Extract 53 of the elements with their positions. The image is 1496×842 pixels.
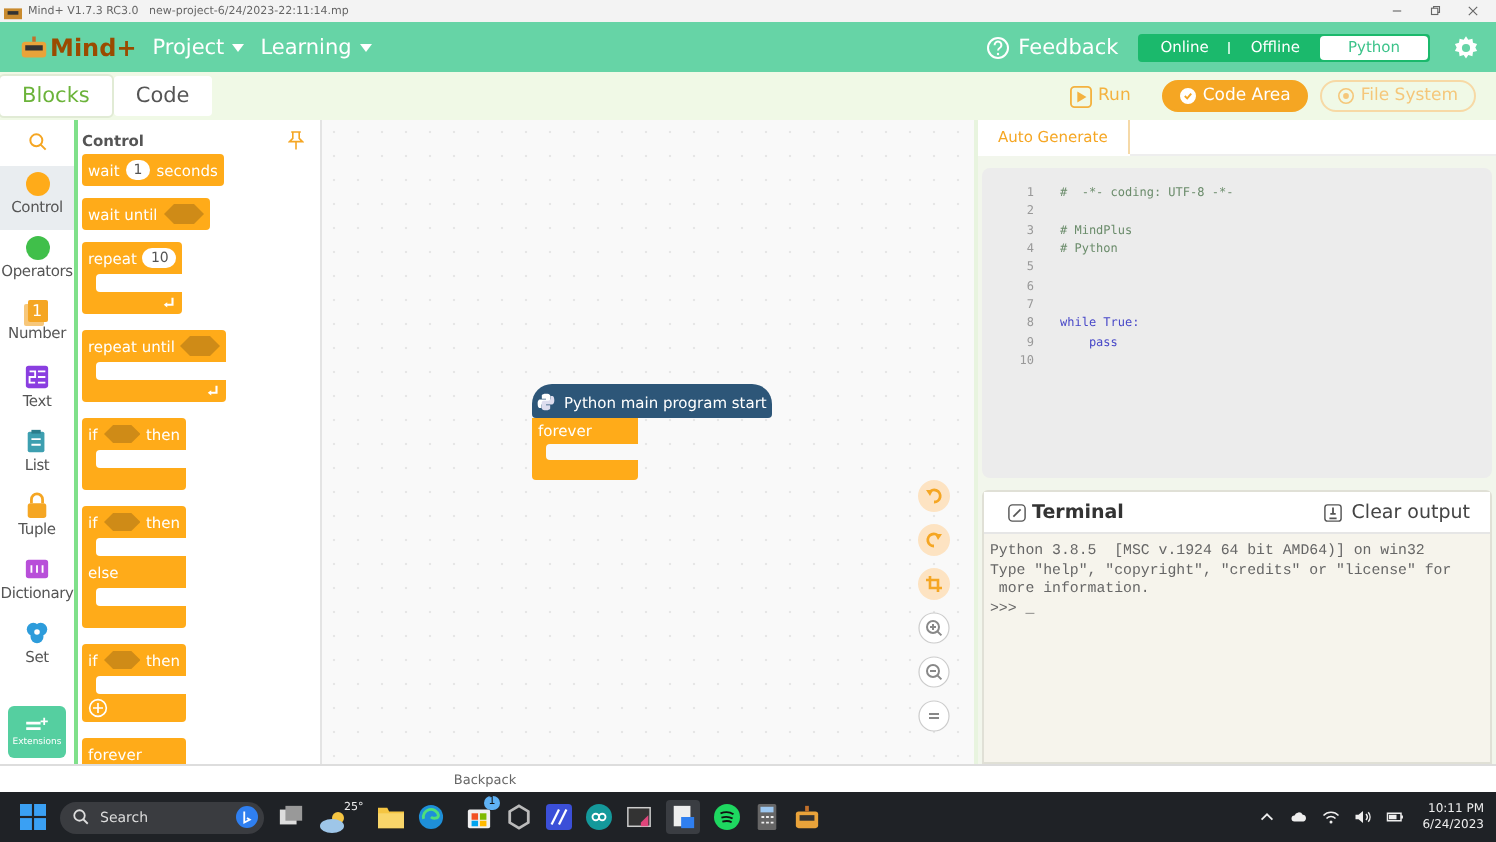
zoom-in-icon[interactable]: [918, 612, 950, 644]
app-logo: Mind+: [20, 33, 137, 61]
browser-icon[interactable]: [417, 804, 444, 830]
lock-icon: [24, 492, 50, 518]
condition-slot: [103, 512, 140, 532]
terminal-title: Terminal: [1008, 501, 1124, 523]
text-icon: [24, 364, 50, 390]
clear-output-button[interactable]: Clear output: [1323, 501, 1470, 523]
close-icon[interactable]: [1466, 4, 1480, 18]
set-icon: [24, 620, 50, 646]
loop-arrow-icon: [206, 384, 221, 398]
app-icon[interactable]: [545, 804, 572, 830]
caret-icon: [232, 43, 245, 51]
condition-slot: [163, 204, 204, 224]
condition-slot: [103, 424, 140, 444]
view-tab[interactable]: Code: [113, 76, 212, 116]
volume-icon[interactable]: [1354, 808, 1373, 826]
robot-icon[interactable]: [793, 804, 820, 830]
hexagon-icon[interactable]: [505, 804, 532, 830]
number-icon: 1: [27, 300, 47, 322]
separator: [1228, 41, 1231, 53]
store-icon[interactable]: [465, 804, 492, 830]
condition-slot: [180, 336, 221, 356]
terminal-icon: [1008, 503, 1026, 521]
loop-arrow-icon: [162, 296, 177, 310]
restore-icon[interactable]: [1428, 4, 1442, 18]
battery-icon[interactable]: [1386, 808, 1405, 826]
screenshot-icon[interactable]: [625, 804, 652, 830]
wifi-icon[interactable]: [1322, 808, 1341, 826]
task-view-icon[interactable]: [278, 804, 304, 830]
clipboard-icon: [24, 428, 50, 454]
radio-icon: [1338, 88, 1355, 104]
zoom-out-icon[interactable]: [918, 656, 950, 688]
search-icon: [72, 808, 90, 826]
help-icon: [986, 35, 1011, 59]
play-icon: [1070, 85, 1093, 107]
chevron-up-icon[interactable]: [1258, 808, 1277, 826]
caret-icon: [359, 43, 372, 51]
app-icon: [4, 3, 22, 19]
infinity-icon[interactable]: [585, 804, 612, 830]
music-icon[interactable]: [713, 804, 740, 830]
python-icon: [536, 392, 556, 412]
assistant-icon[interactable]: [236, 806, 258, 828]
cloud-icon[interactable]: [1290, 808, 1309, 826]
condition-slot: [103, 650, 140, 670]
dictionary-icon: [24, 556, 50, 582]
folder-icon[interactable]: [377, 804, 404, 830]
check-icon: [1180, 88, 1197, 104]
reset-zoom-icon[interactable]: [918, 700, 950, 732]
start-icon[interactable]: [20, 804, 46, 830]
extensions-icon: [24, 716, 50, 734]
calculator-icon[interactable]: [753, 804, 780, 830]
weather-icon: [318, 809, 350, 833]
